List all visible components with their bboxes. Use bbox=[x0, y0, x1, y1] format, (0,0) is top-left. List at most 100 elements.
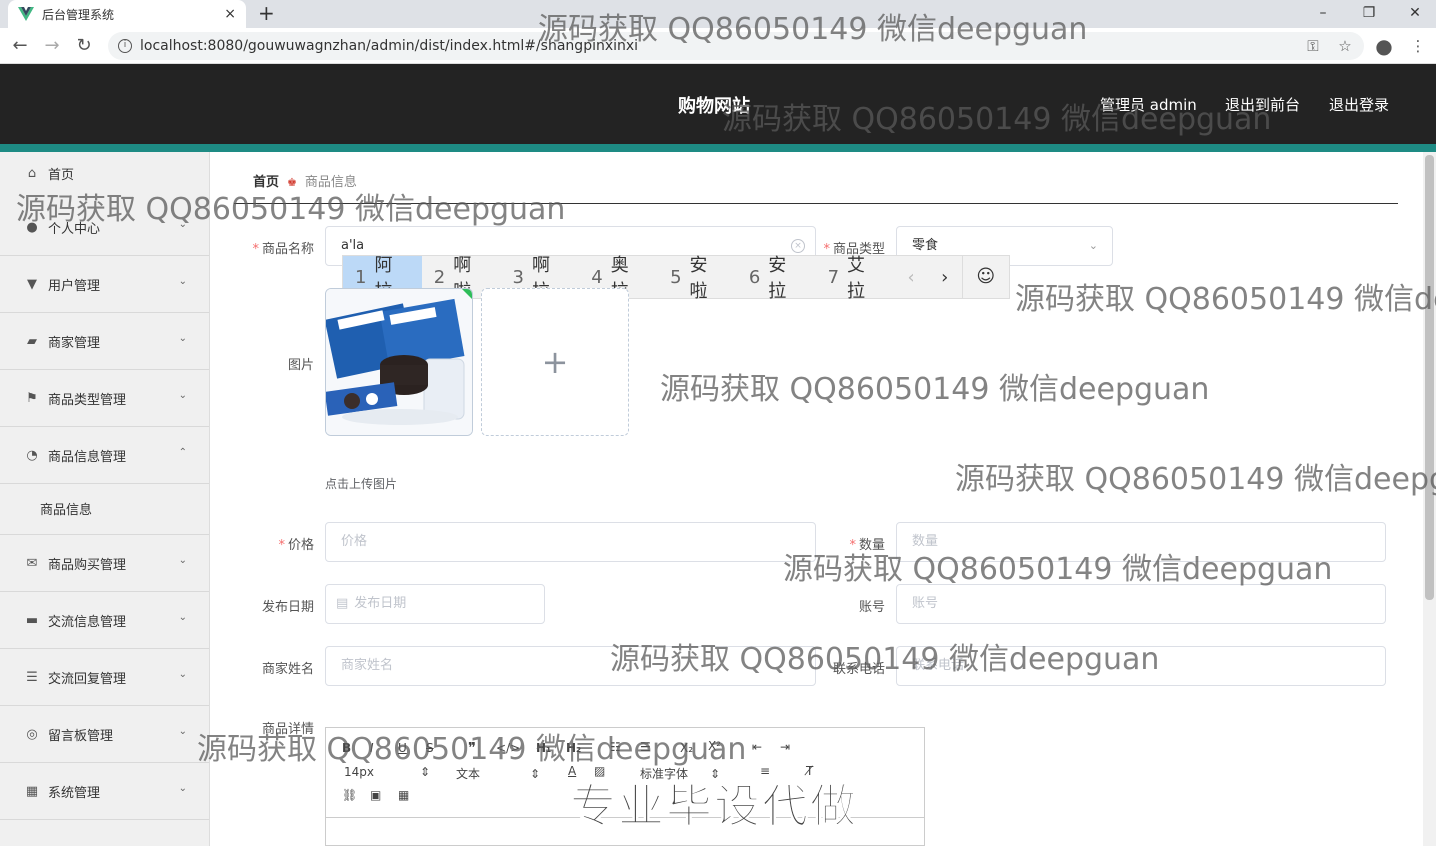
reload-icon[interactable]: ↻ bbox=[72, 34, 96, 58]
h1-icon[interactable]: H₁ bbox=[536, 741, 551, 755]
sidebar-item-replies[interactable]: ☰ 交流回复管理 ⌄ bbox=[0, 649, 209, 706]
admin-label: 管理员 admin bbox=[1100, 96, 1197, 114]
maximize-button[interactable]: ❐ bbox=[1346, 0, 1392, 28]
minimize-button[interactable]: – bbox=[1300, 0, 1346, 28]
italic-icon[interactable]: I bbox=[370, 741, 374, 755]
breadcrumb-current: 商品信息 bbox=[304, 175, 357, 190]
product-image[interactable] bbox=[325, 288, 473, 436]
indent-icon[interactable]: ⇥ bbox=[780, 740, 790, 754]
sidebar-item-label: 商品类型管理 bbox=[48, 392, 127, 408]
account-input[interactable]: 账号 bbox=[896, 584, 1386, 624]
detail-label: 商品详情 bbox=[261, 722, 314, 737]
url-field[interactable]: i localhost:8080/gouwuwagnzhan/admin/dis… bbox=[108, 32, 1364, 60]
price-label: * 价格 bbox=[278, 538, 314, 553]
qty-label: * 数量 bbox=[849, 538, 885, 553]
sidebar-item-purchases[interactable]: ✉ 商品购买管理 ⌄ bbox=[0, 535, 209, 592]
gauge-icon: ◔ bbox=[26, 447, 38, 463]
profile-icon[interactable]: ● bbox=[1374, 36, 1394, 56]
bullet-list-icon[interactable]: ☰ bbox=[640, 740, 651, 754]
merchant-name-input[interactable]: 商家姓名 bbox=[325, 646, 816, 686]
to-front-link[interactable]: 退出到前台 bbox=[1225, 94, 1300, 115]
back-icon[interactable]: ← bbox=[8, 34, 32, 58]
sidebar-item-label: 首页 bbox=[48, 167, 75, 183]
scrollbar-thumb[interactable] bbox=[1425, 155, 1434, 600]
ime-candidate[interactable]: 5 安啦 bbox=[658, 255, 737, 302]
sidebar-item-label: 商品购买管理 bbox=[48, 557, 127, 573]
sidebar-item-home[interactable]: ⌂ 首页 bbox=[0, 152, 209, 194]
grid-icon: ▦ bbox=[25, 783, 39, 799]
star-icon[interactable]: ☆ bbox=[1335, 36, 1355, 56]
chevron-right-icon[interactable]: › bbox=[928, 267, 962, 288]
code-icon[interactable]: </> bbox=[496, 741, 520, 755]
calendar-icon: ▤ bbox=[336, 596, 349, 611]
image-icon[interactable]: ▣ bbox=[370, 788, 381, 802]
strike-icon[interactable]: S bbox=[426, 741, 434, 755]
home-icon: ⌂ bbox=[27, 165, 37, 181]
address-toolbar: ← → ↻ i localhost:8080/gouwuwagnzhan/adm… bbox=[0, 28, 1436, 64]
price-input[interactable]: 价格 bbox=[325, 522, 816, 562]
bold-icon[interactable]: B bbox=[342, 741, 351, 755]
site-info-icon[interactable]: i bbox=[118, 39, 132, 53]
app-header: 购物网站 管理员 admin 退出到前台 退出登录 bbox=[0, 64, 1436, 144]
quote-icon[interactable]: ❞ bbox=[468, 739, 476, 757]
key-icon[interactable]: ⚿ bbox=[1303, 36, 1323, 56]
breadcrumb: 首页 ♚ 商品信息 bbox=[253, 171, 357, 190]
sidebar-item-messageboard[interactable]: ◎ 留言板管理 ⌄ bbox=[0, 706, 209, 763]
sidebar-item-product-types[interactable]: ⚑ 商品类型管理 ⌄ bbox=[0, 370, 209, 427]
mail-icon: ✉ bbox=[26, 555, 38, 571]
close-window-button[interactable]: ✕ bbox=[1392, 0, 1436, 28]
sidebar-item-exchange[interactable]: ▬ 交流信息管理 ⌄ bbox=[0, 592, 209, 649]
sidebar-item-label: 个人中心 bbox=[48, 221, 101, 237]
date-picker[interactable]: ▤ 发布日期 bbox=[325, 584, 545, 624]
site-title: 购物网站 bbox=[678, 96, 750, 117]
monitor-icon: ▬ bbox=[25, 612, 39, 628]
sidebar-subitem-product-info[interactable]: 商品信息 bbox=[0, 483, 209, 535]
sidebar-item-users[interactable]: ▼ 用户管理 ⌄ bbox=[0, 256, 209, 313]
link-icon[interactable]: ⛓ bbox=[342, 788, 357, 802]
ordered-list-icon[interactable]: ☷ bbox=[610, 740, 621, 754]
upload-tip[interactable]: 点击上传图片 bbox=[325, 475, 397, 492]
quantity-input[interactable]: 数量 bbox=[896, 522, 1386, 562]
chevron-up-icon: ⌃ bbox=[178, 447, 187, 458]
ime-candidate[interactable]: 7 艾拉 bbox=[816, 255, 895, 302]
oreo-product-picture bbox=[326, 289, 472, 435]
user-icon: ● bbox=[26, 219, 38, 235]
logout-link[interactable]: 退出登录 bbox=[1329, 94, 1389, 115]
browser-tab[interactable]: 后台管理系统 × bbox=[8, 0, 246, 28]
block-format-select[interactable]: 文本 ⇕ bbox=[456, 765, 540, 782]
sidebar-item-label: 系统管理 bbox=[48, 785, 101, 801]
phone-input[interactable]: 联系电话 bbox=[896, 646, 1386, 686]
video-icon[interactable]: ▦ bbox=[398, 788, 409, 802]
merchant-label: 商家姓名 bbox=[261, 662, 314, 677]
product-name-value: a'la bbox=[341, 238, 365, 253]
sidebar-item-profile[interactable]: ● 个人中心 ⌄ bbox=[0, 199, 209, 256]
tab-close-icon[interactable]: × bbox=[224, 6, 236, 22]
underline-icon[interactable]: U bbox=[398, 741, 407, 755]
subscript-icon[interactable]: X₂ bbox=[680, 741, 693, 755]
chevron-down-icon: ⌄ bbox=[178, 555, 187, 566]
image-label: 图片 bbox=[287, 358, 314, 373]
name-label: * 商品名称 bbox=[252, 242, 314, 257]
sidebar-item-merchants[interactable]: ▰ 商家管理 ⌄ bbox=[0, 313, 209, 370]
sidebar-item-label: 商品信息管理 bbox=[48, 449, 127, 465]
chevron-left-icon[interactable]: ‹ bbox=[894, 267, 928, 288]
menu-icon[interactable]: ⋮ bbox=[1408, 36, 1428, 56]
phone-label: 联系电话 bbox=[832, 662, 885, 677]
sidebar-item-label: 商家管理 bbox=[48, 335, 101, 351]
add-image-button[interactable]: + bbox=[481, 288, 629, 436]
sidebar-item-system[interactable]: ▦ 系统管理 ⌄ bbox=[0, 763, 209, 820]
sidebar-item-product-info[interactable]: ◔ 商品信息管理 ⌃ bbox=[0, 427, 209, 484]
new-tab-button[interactable]: + bbox=[258, 0, 275, 28]
sidebar-item-label: 留言板管理 bbox=[48, 728, 114, 744]
forward-icon[interactable]: → bbox=[40, 34, 64, 58]
header-accent-line bbox=[0, 144, 1436, 152]
wallet-icon: ▰ bbox=[27, 333, 37, 349]
h2-icon[interactable]: H₂ bbox=[566, 741, 581, 755]
ime-candidate[interactable]: 6 安拉 bbox=[737, 255, 816, 302]
outdent-icon[interactable]: ⇤ bbox=[752, 740, 762, 754]
emoji-icon[interactable]: ☺ bbox=[961, 256, 1009, 298]
superscript-icon[interactable]: X² bbox=[708, 739, 721, 753]
font-size-select[interactable]: 14px ⇕ bbox=[344, 765, 430, 779]
chevron-down-icon: ⌄ bbox=[1088, 239, 1098, 252]
breadcrumb-home[interactable]: 首页 bbox=[253, 175, 279, 190]
